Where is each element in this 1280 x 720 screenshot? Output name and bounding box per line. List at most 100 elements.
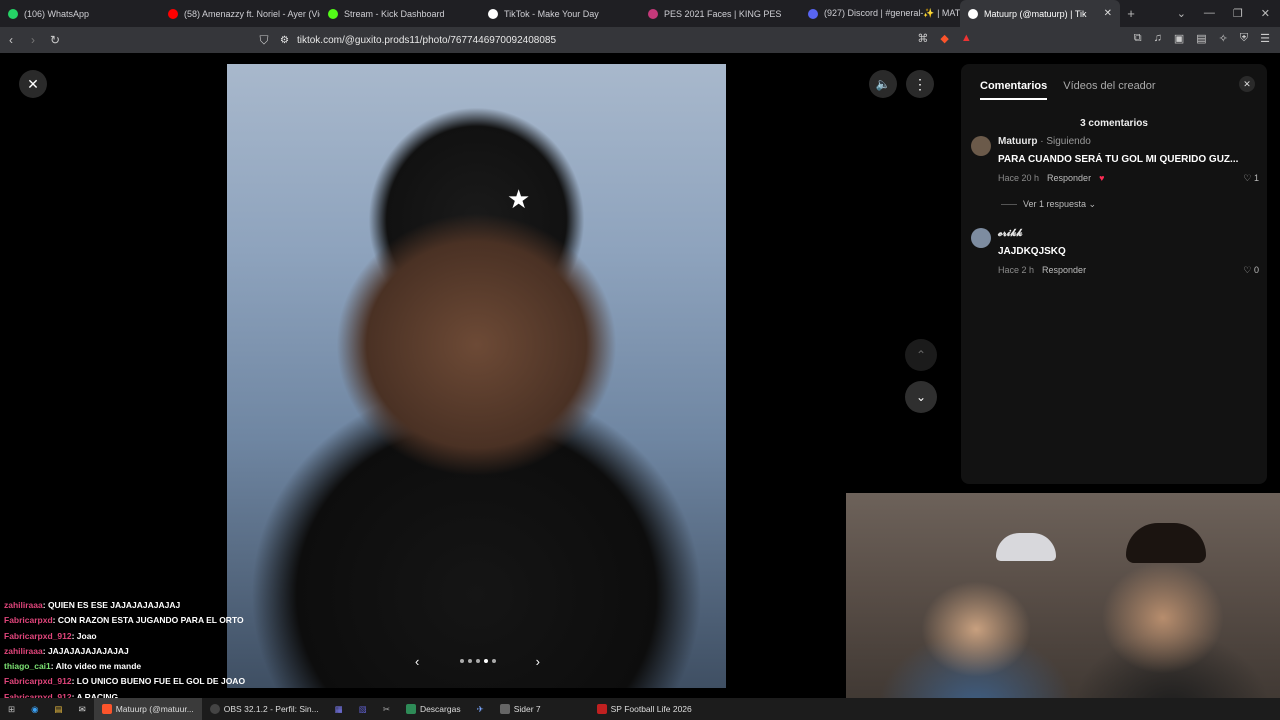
taskbar-item-obs[interactable]: OBS 32.1.2 - Perfil: Sin...: [202, 698, 327, 720]
divider: [1001, 204, 1017, 205]
comment-time: Hace 2 h: [998, 265, 1035, 275]
volume-button[interactable]: 🔈: [869, 70, 897, 98]
menu-icon[interactable]: ☰: [1260, 32, 1270, 45]
following-label: · Siguiendo: [1037, 136, 1091, 147]
reply-button[interactable]: Responder: [1042, 265, 1086, 275]
tab-comments[interactable]: Comentarios: [980, 80, 1048, 100]
close-tab-icon[interactable]: ✕: [1104, 8, 1112, 19]
reply-button[interactable]: Responder: [1047, 173, 1091, 183]
comment-text: JAJDKQJSKQ: [998, 246, 1066, 257]
post-photo[interactable]: ★: [227, 64, 726, 688]
kingpes-icon: [648, 8, 658, 19]
translate-icon[interactable]: ⌘: [917, 32, 928, 45]
cap-logo-icon: ★: [507, 184, 531, 214]
app-icon[interactable]: ▧: [351, 698, 375, 720]
tab-whatsapp[interactable]: (106) WhatsApp: [0, 0, 160, 27]
download-icon: [405, 704, 416, 714]
chat-username: Fabricarpxd: [4, 615, 53, 626]
chat-text: : JAJAJAJAJAJAJAJ: [42, 645, 129, 656]
photo-carousel: ‹ ›: [415, 652, 540, 670]
minimize-icon[interactable]: —: [1204, 7, 1215, 20]
comment-author[interactable]: Matuurp · Siguiendo: [998, 136, 1091, 147]
leo-icon[interactable]: ✧: [1219, 32, 1228, 45]
streamer-hair: [1126, 523, 1206, 563]
extensions-icon[interactable]: ⧉: [1134, 32, 1142, 45]
chat-text: : QUIEN ES ESE JAJAJAJAJAJAJ: [42, 600, 181, 610]
carousel-dot[interactable]: [491, 659, 496, 663]
browser-tab-bar: (106) WhatsApp (58) Amenazzy ft. Noriel …: [0, 0, 1280, 27]
close-window-icon[interactable]: ✕: [1261, 7, 1270, 20]
comment-time: Hace 20 h: [998, 173, 1040, 183]
tab-creator-videos[interactable]: Vídeos del creador: [1063, 80, 1155, 100]
carousel-dot[interactable]: [483, 659, 488, 663]
chat-username: zahiliraaa: [4, 600, 43, 610]
close-comments-button[interactable]: ✕: [1239, 76, 1255, 92]
site-info-icon[interactable]: ⚙: [280, 35, 289, 46]
edge-icon[interactable]: ◉: [23, 698, 46, 720]
start-icon[interactable]: ⊞: [0, 698, 23, 720]
taskbar-item-football-life[interactable]: SP Football Life 2026: [589, 698, 700, 720]
tab-youtube[interactable]: (58) Amenazzy ft. Noriel - Ayer (Vid: [160, 0, 320, 27]
tab-kick[interactable]: Stream - Kick Dashboard: [320, 0, 480, 27]
tab-discord[interactable]: (927) Discord | #general-✨ | MAT: [800, 0, 960, 27]
carousel-next-button[interactable]: ›: [536, 654, 540, 669]
url-text: tiktok.com/@guxito.prods11/photo/7677446…: [296, 34, 557, 46]
comment-text: PARA CUANDO SERÁ TU GOL MI QUERIDO GUZ..…: [998, 154, 1239, 165]
chat-username: zahiliraaa: [4, 645, 43, 656]
tab-search-icon[interactable]: ⌄: [1177, 7, 1186, 20]
previous-post-button[interactable]: ⌃: [905, 339, 937, 371]
youtube-icon: [168, 8, 178, 19]
obs-icon: [209, 704, 220, 714]
tab-matuurp-tiktok[interactable]: Matuurp (@matuurp) | Tik ✕: [960, 0, 1120, 27]
stream-chat-overlay: zahiliraaa: QUIEN ES ESE JAJAJAJAJAJAJ Fa…: [4, 600, 304, 707]
sider-icon: [499, 704, 510, 714]
view-replies-button[interactable]: Ver 1 respuesta ⌄: [1001, 199, 1096, 210]
comments-panel: Comentarios Vídeos del creador ✕ 3 comen…: [961, 64, 1267, 484]
comment-author[interactable]: 𝓮𝓻𝓲𝓴𝓴: [998, 228, 1023, 239]
carousel-dot[interactable]: [459, 659, 464, 663]
brave-shield-icon[interactable]: ◆: [940, 32, 948, 45]
avatar[interactable]: [971, 228, 991, 248]
taskbar-item-sider[interactable]: Sider 7: [492, 698, 549, 720]
chat-text: : Joao: [71, 630, 97, 641]
vpn-icon[interactable]: ⛨: [1240, 32, 1248, 45]
mail-icon[interactable]: ✉: [71, 698, 94, 720]
file-explorer-icon[interactable]: ▤: [47, 698, 71, 720]
reload-icon[interactable]: ↻: [44, 33, 66, 47]
os-taskbar: ⊞ ◉ ▤ ✉ Matuurp (@matuur... OBS 32.1.2 -…: [0, 698, 1280, 720]
new-tab-button[interactable]: +: [1120, 6, 1142, 21]
brave-icon: [101, 704, 112, 714]
tab-tiktok[interactable]: TikTok - Make Your Day: [480, 0, 640, 27]
taskbar-item-browser[interactable]: Matuurp (@matuur...: [93, 698, 202, 720]
app-icon[interactable]: ▦: [327, 698, 351, 720]
media-icon[interactable]: ♫: [1154, 32, 1162, 45]
forward-icon[interactable]: ›: [22, 33, 44, 47]
carousel-prev-button[interactable]: ‹: [415, 654, 419, 669]
tab-kingpes[interactable]: PES 2021 Faces | KING PES: [640, 0, 800, 27]
taskbar-item-downloads[interactable]: Descargas: [398, 698, 469, 720]
sidebar-icon[interactable]: ▣: [1174, 32, 1184, 45]
wallet-icon[interactable]: ▤: [1196, 32, 1206, 45]
next-post-button[interactable]: ⌄: [905, 381, 937, 413]
bookmark-icon[interactable]: ⛉: [253, 33, 275, 48]
chat-message: Fabricarpxd_912: Joao: [4, 631, 304, 646]
like-button[interactable]: ♡ 0: [1243, 265, 1259, 276]
back-icon[interactable]: ‹: [0, 33, 22, 47]
address-bar[interactable]: ⚙ tiktok.com/@guxito.prods11/photo/76774…: [280, 32, 556, 48]
app-icon[interactable]: ✂: [375, 698, 398, 720]
carousel-dot[interactable]: [475, 659, 480, 663]
brave-rewards-icon[interactable]: ▲: [961, 32, 972, 45]
avatar[interactable]: [971, 136, 991, 156]
like-button[interactable]: ♡ 1: [1243, 173, 1259, 184]
chat-username: Fabricarpxd_912: [4, 630, 72, 641]
chat-message: Fabricarpxd_912: LO UNICO BUENO FUE EL G…: [4, 676, 304, 691]
chat-username: thiago_cai1: [4, 661, 51, 672]
chat-text: : Alto video me mande: [50, 661, 142, 672]
chat-message: zahiliraaa: QUIEN ES ESE JAJAJAJAJAJAJ: [4, 600, 304, 615]
close-viewer-button[interactable]: ✕: [19, 70, 47, 98]
comment-meta: Hace 2 h Responder: [998, 265, 1086, 275]
carousel-dot[interactable]: [467, 659, 472, 663]
more-options-button[interactable]: ⋮: [906, 70, 934, 98]
app-icon[interactable]: ✈: [469, 698, 492, 720]
maximize-icon[interactable]: ❐: [1233, 7, 1243, 20]
